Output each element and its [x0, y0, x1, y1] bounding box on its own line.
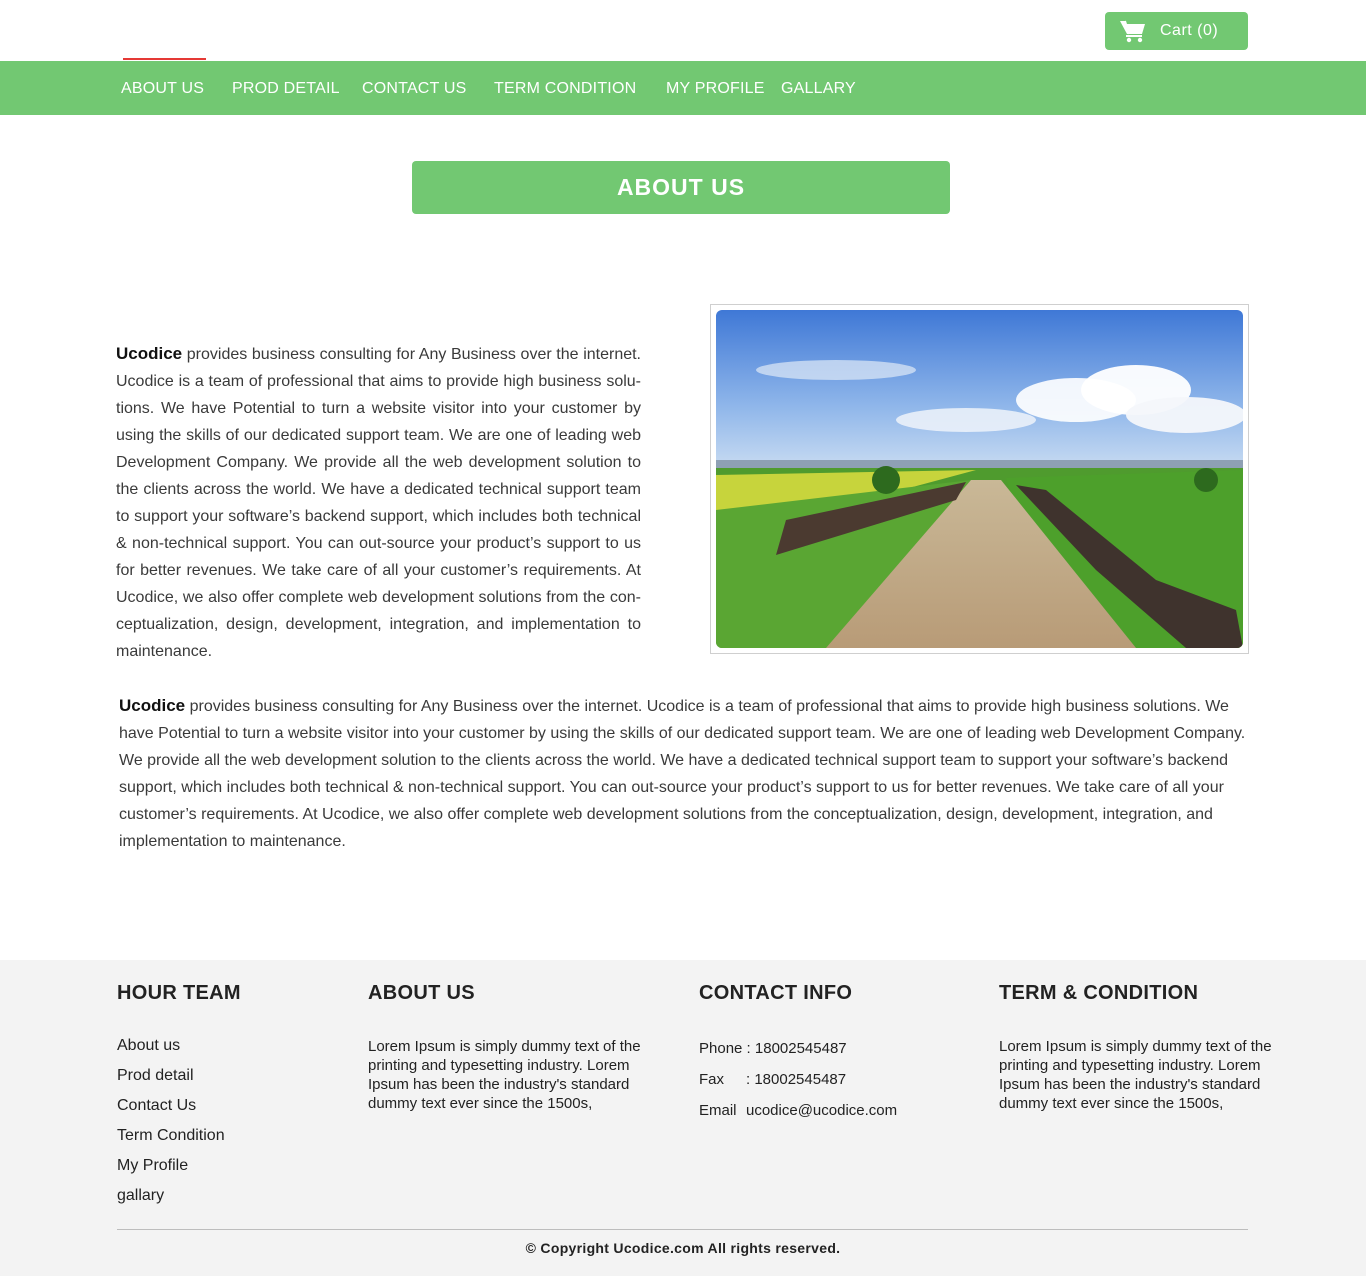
footer-team-column: HOUR TEAM About us Prod detail Contact U… [117, 982, 241, 1218]
footer: HOUR TEAM About us Prod detail Contact U… [0, 960, 1366, 1276]
email-label: Email [699, 1102, 737, 1119]
footer-links: About us Prod detail Contact Us Term Con… [117, 1038, 241, 1218]
countryside-road-image [716, 310, 1243, 648]
copyright-text: © Copyright Ucodice.com All rights reser… [525, 1240, 841, 1256]
footer-contact-title: CONTACT INFO [699, 982, 853, 1004]
phone-value: : 18002545487 [746, 1040, 847, 1057]
cart-label: Cart (0) [1160, 22, 1219, 39]
footer-link-prod-detail[interactable]: Prod detail [117, 1068, 241, 1098]
footer-about-column: ABOUT US Lorem Ipsum is simply dummy tex… [368, 982, 648, 1113]
contact-fax-row: Fax : 18002545487 [699, 1071, 939, 1102]
footer-about-title: ABOUT US [368, 982, 475, 1004]
footer-terms-text: Lorem Ipsum is simply dummy text of the … [999, 1038, 1272, 1112]
intro-paragraph: Ucodice provides business consulting for… [116, 340, 641, 665]
nav-prod-detail[interactable]: PROD DETAIL [232, 80, 340, 98]
top-bar: Cart (0) [0, 0, 1366, 61]
cart-button[interactable]: Cart (0) [1105, 12, 1248, 50]
footer-terms-column: TERM & CONDITION Lorem Ipsum is simply d… [999, 982, 1279, 1113]
contact-details: Phone : 18002545487 Fax : 18002545487 Ema… [699, 1040, 939, 1133]
nav-term-condition[interactable]: TERM CONDITION [494, 80, 636, 98]
detail-paragraph: Ucodice provides business consulting for… [119, 692, 1249, 855]
main-nav: ABOUT US PROD DETAIL CONTACT US TERM CON… [0, 61, 1366, 115]
footer-divider [117, 1229, 1248, 1230]
intro-paragraph-text: provides business consulting for Any Bus… [116, 346, 641, 660]
shopping-cart-icon [1120, 20, 1145, 43]
brand-name: Ucodice [116, 344, 183, 363]
email-link[interactable]: ucodice@ucodice.com [746, 1102, 897, 1133]
footer-contact-column: CONTACT INFO Phone : 18002545487 Fax : 18… [699, 982, 939, 1133]
contact-email-row: Email ucodice@ucodice.com [699, 1102, 939, 1133]
about-image-frame [710, 304, 1249, 654]
page-title: ABOUT US [412, 161, 950, 214]
footer-team-title: HOUR TEAM [117, 982, 241, 1004]
footer-link-gallary[interactable]: gallary [117, 1188, 241, 1218]
phone-label: Phone [699, 1040, 743, 1057]
footer-link-contact-us[interactable]: Contact Us [117, 1098, 241, 1128]
nav-my-profile[interactable]: MY PROFILE [666, 80, 765, 98]
brand-name: Ucodice [119, 696, 186, 715]
active-nav-indicator [123, 58, 206, 60]
nav-contact-us[interactable]: CONTACT US [362, 80, 467, 98]
footer-link-about-us[interactable]: About us [117, 1038, 241, 1068]
contact-phone-row: Phone : 18002545487 [699, 1040, 939, 1071]
footer-link-my-profile[interactable]: My Profile [117, 1158, 241, 1188]
footer-link-term-condition[interactable]: Term Condition [117, 1128, 241, 1158]
nav-about-us[interactable]: ABOUT US [121, 80, 204, 98]
detail-paragraph-text: provides business consulting for Any Bus… [119, 698, 1246, 850]
footer-terms-title: TERM & CONDITION [999, 982, 1199, 1004]
fax-label: Fax [699, 1071, 725, 1088]
fax-value: : 18002545487 [746, 1071, 847, 1088]
footer-about-text: Lorem Ipsum is simply dummy text of the … [368, 1038, 641, 1112]
nav-gallary[interactable]: GALLARY [781, 80, 856, 98]
